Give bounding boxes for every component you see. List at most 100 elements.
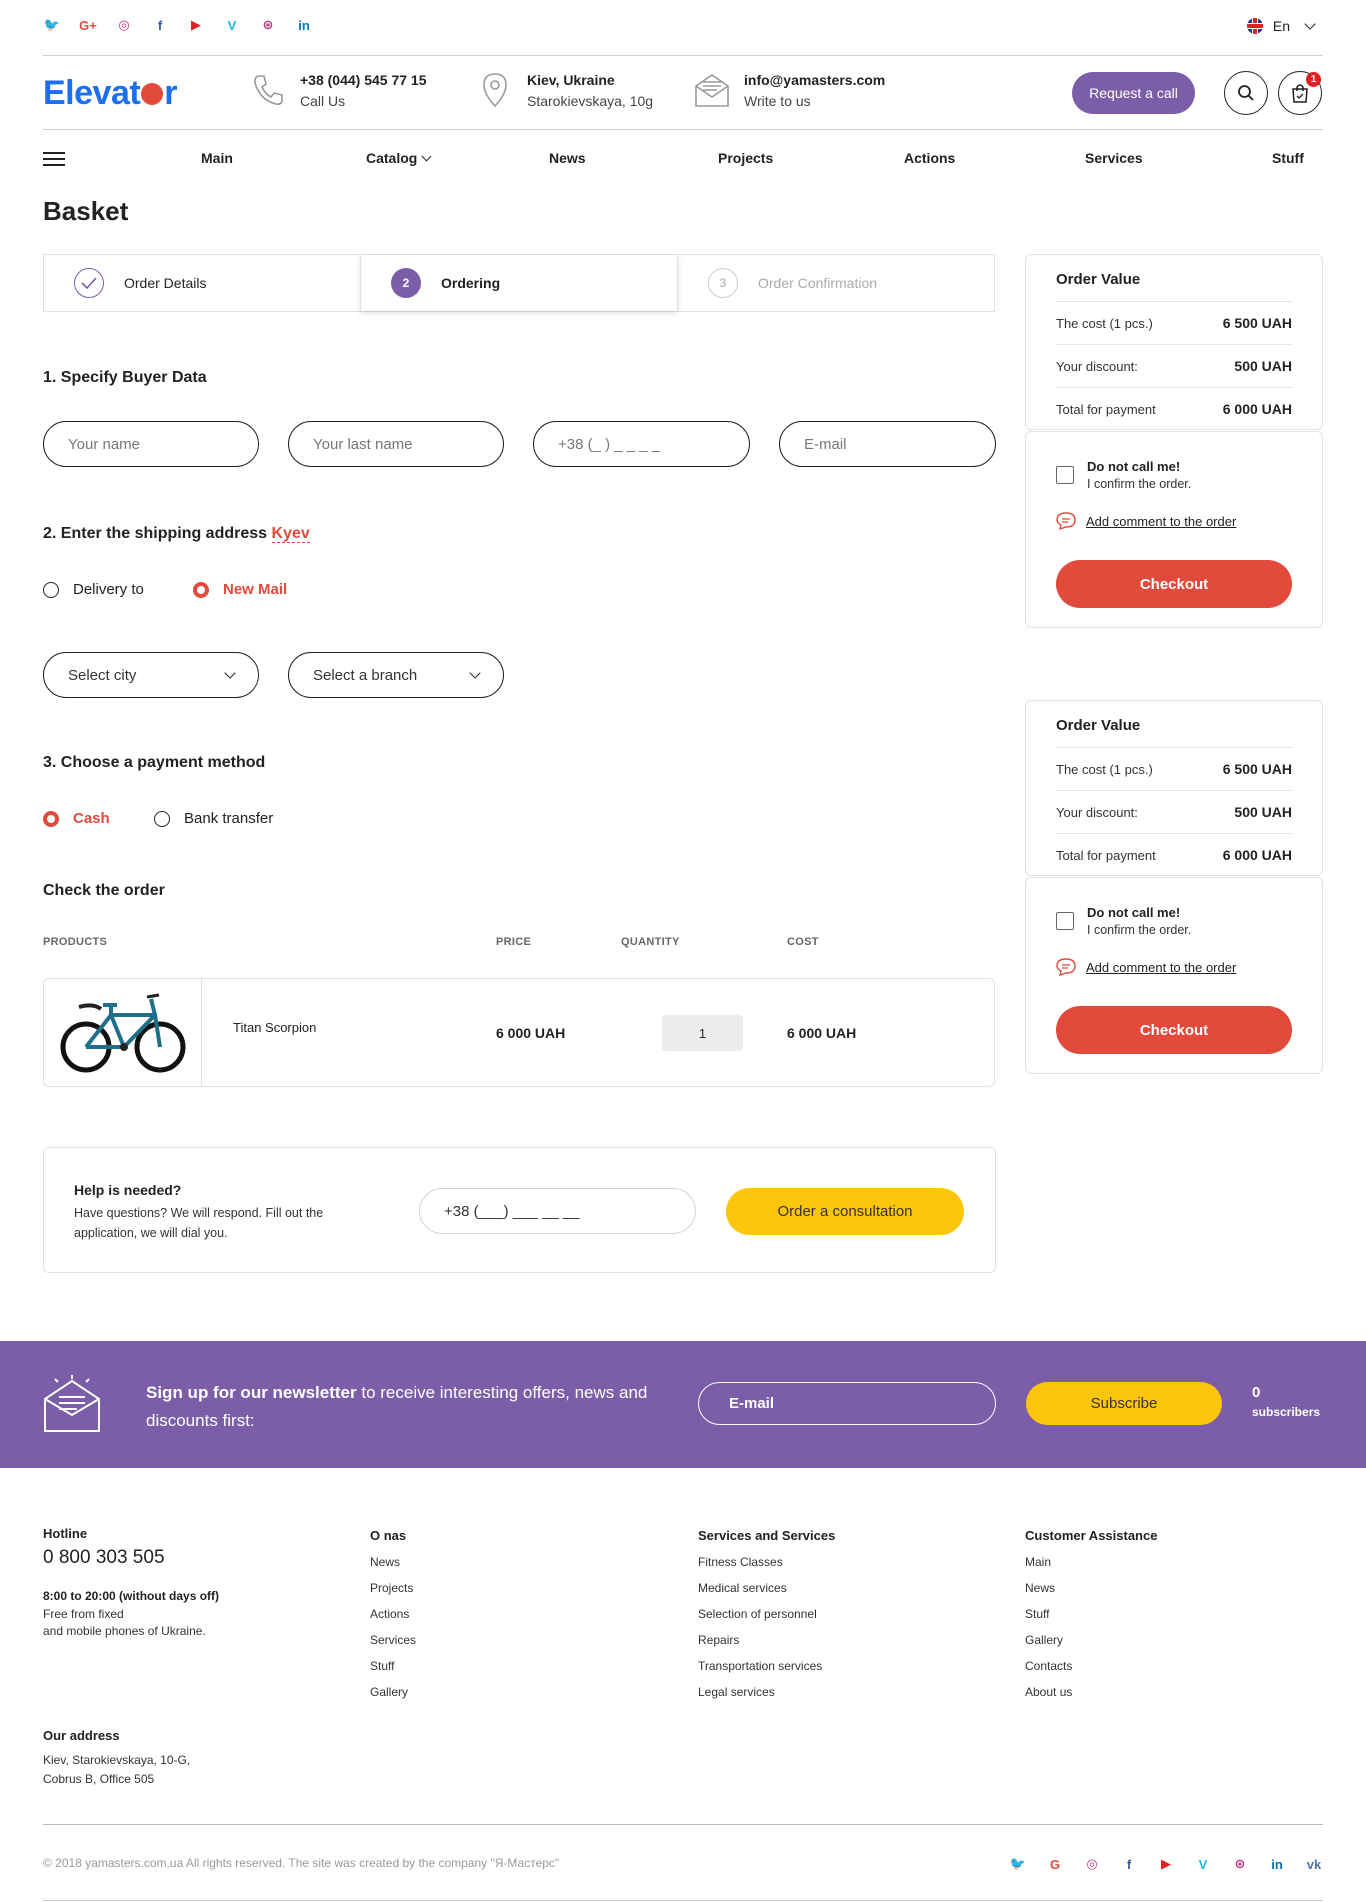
cart-count-badge: 1 <box>1306 72 1321 87</box>
comment-icon <box>1056 958 1076 976</box>
do-not-call-checkbox[interactable] <box>1056 912 1074 930</box>
footer-link[interactable]: Stuff <box>1025 1607 1049 1621</box>
newsletter-text-bold: Sign up for our newsletter <box>146 1383 357 1402</box>
linkedin-icon[interactable]: in <box>1268 1855 1286 1873</box>
branch-select[interactable]: Select a branch <box>288 652 504 698</box>
youtube-icon[interactable]: ▶ <box>187 16 205 34</box>
footer-link[interactable]: Legal services <box>698 1685 775 1699</box>
facebook-icon[interactable]: f <box>151 16 169 34</box>
shipping-city-link[interactable]: Kyev <box>271 525 310 543</box>
nav-services[interactable]: Services <box>1085 150 1143 166</box>
vk-icon[interactable]: vk <box>1305 1855 1323 1873</box>
radio-button <box>154 810 170 827</box>
footer-link[interactable]: Medical services <box>698 1581 787 1595</box>
twitter-icon[interactable]: 🐦 <box>43 16 61 34</box>
summary-row-label: Your discount: <box>1056 358 1138 374</box>
dribbble-icon[interactable]: ⊛ <box>259 16 277 34</box>
nav-actions[interactable]: Actions <box>904 150 955 166</box>
step-number: 3 <box>708 268 738 298</box>
footer-link[interactable]: About us <box>1025 1685 1072 1699</box>
order-consultation-button[interactable]: Order a consultation <box>726 1188 964 1235</box>
summary-row-value: 500 UAH <box>1234 358 1292 374</box>
add-comment-link[interactable]: Add comment to the order <box>1086 960 1236 975</box>
footer-link[interactable]: Repairs <box>698 1633 739 1647</box>
divider <box>43 129 1323 130</box>
last-name-input[interactable]: Your last name <box>288 421 504 467</box>
delivery-option-courier[interactable]: Delivery to <box>43 581 144 598</box>
shipping-section-title: 2. Enter the shipping address Kyev <box>43 525 310 543</box>
nav-news[interactable]: News <box>549 150 586 166</box>
summary-row: Your discount: 500 UAH <box>1056 790 1292 833</box>
nav-catalog[interactable]: Catalog <box>366 150 432 166</box>
step-ordering[interactable]: 2 Ordering <box>360 255 678 311</box>
order-value-title: Order Value <box>1056 717 1141 734</box>
product-image[interactable] <box>43 978 202 1087</box>
footer-hotline-number[interactable]: 0 800 303 505 <box>43 1547 165 1569</box>
logo-dot-icon <box>141 83 164 105</box>
payment-option-cash[interactable]: Cash <box>43 810 110 827</box>
newsletter-email-input[interactable]: E-mail <box>698 1382 996 1425</box>
language-switcher[interactable]: En <box>1246 18 1316 34</box>
phone-input[interactable]: +38 (_ ) _ _ _ _ <box>533 421 750 467</box>
add-comment-link[interactable]: Add comment to the order <box>1086 514 1236 529</box>
do-not-call-checkbox[interactable] <box>1056 466 1074 484</box>
help-phone-input[interactable]: +38 (___) ___ __ __ <box>419 1188 696 1234</box>
first-name-input[interactable]: Your name <box>43 421 259 467</box>
step-order-details[interactable]: Order Details <box>44 255 360 311</box>
vimeo-icon[interactable]: V <box>1194 1855 1212 1873</box>
logo[interactable]: Elevat r <box>43 74 177 113</box>
email-input[interactable]: E-mail <box>779 421 996 467</box>
footer-link[interactable]: News <box>370 1555 400 1569</box>
step-number: 2 <box>391 268 421 298</box>
dribbble-icon[interactable]: ⊛ <box>1231 1855 1249 1873</box>
chevron-down-icon <box>1304 18 1316 30</box>
radio-button-selected <box>43 810 59 827</box>
quantity-input[interactable]: 1 <box>662 1015 743 1051</box>
checkout-button[interactable]: Checkout <box>1056 1006 1292 1054</box>
do-not-call-title: Do not call me! <box>1087 905 1181 920</box>
footer-link[interactable]: Gallery <box>370 1685 408 1699</box>
nav-stuff[interactable]: Stuff <box>1272 150 1304 166</box>
menu-icon[interactable] <box>43 152 65 170</box>
facebook-icon[interactable]: f <box>1120 1855 1138 1873</box>
delivery-option-new-mail[interactable]: New Mail <box>193 581 287 598</box>
google-plus-icon[interactable]: G <box>1046 1855 1064 1873</box>
linkedin-icon[interactable]: in <box>295 16 313 34</box>
footer-link[interactable]: Selection of personnel <box>698 1607 817 1621</box>
footer-link[interactable]: Transportation services <box>698 1659 822 1673</box>
footer-link[interactable]: Stuff <box>370 1659 394 1673</box>
radio-button-selected <box>193 581 209 598</box>
footer-link[interactable]: Fitness Classes <box>698 1555 783 1569</box>
vimeo-icon[interactable]: V <box>223 16 241 34</box>
envelope-icon <box>695 74 729 107</box>
chevron-down-icon <box>224 667 236 679</box>
footer-link[interactable]: Services <box>370 1633 416 1647</box>
payment-option-bank-transfer[interactable]: Bank transfer <box>154 810 273 827</box>
city-select[interactable]: Select city <box>43 652 259 698</box>
phone-caption: Call Us <box>300 92 346 109</box>
header-phone[interactable]: +38 (044) 545 77 15 Call Us <box>248 70 427 110</box>
step-order-confirmation[interactable]: 3 Order Confirmation <box>678 255 994 311</box>
nav-main[interactable]: Main <box>201 150 233 166</box>
youtube-icon[interactable]: ▶ <box>1157 1855 1175 1873</box>
footer-link[interactable]: Actions <box>370 1607 409 1621</box>
product-name[interactable]: Titan Scorpion <box>233 1020 316 1035</box>
nav-projects[interactable]: Projects <box>718 150 773 166</box>
subscribe-button[interactable]: Subscribe <box>1026 1382 1222 1425</box>
request-call-button[interactable]: Request a call <box>1072 72 1195 114</box>
twitter-icon[interactable]: 🐦 <box>1009 1855 1027 1873</box>
footer-link[interactable]: Main <box>1025 1555 1051 1569</box>
footer-link[interactable]: Projects <box>370 1581 413 1595</box>
footer-link[interactable]: Gallery <box>1025 1633 1063 1647</box>
google-plus-icon[interactable]: G+ <box>79 16 97 34</box>
footer-link[interactable]: Contacts <box>1025 1659 1072 1673</box>
header-email[interactable]: info@yamasters.com Write to us <box>692 70 885 110</box>
instagram-icon[interactable]: ◎ <box>115 16 133 34</box>
checkout-button[interactable]: Checkout <box>1056 560 1292 608</box>
cart-button[interactable]: 1 <box>1278 71 1322 115</box>
search-button[interactable] <box>1224 71 1268 115</box>
footer-link[interactable]: News <box>1025 1581 1055 1595</box>
summary-row: Your discount: 500 UAH <box>1056 344 1292 387</box>
location-pin-icon <box>483 73 507 108</box>
instagram-icon[interactable]: ◎ <box>1083 1855 1101 1873</box>
